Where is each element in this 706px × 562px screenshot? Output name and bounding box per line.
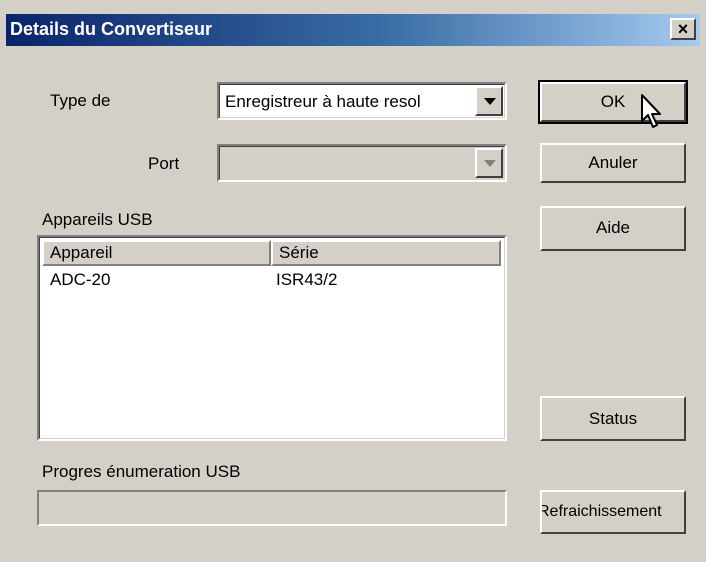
serial-cell: ISR43/2 — [276, 270, 338, 289]
mouse-cursor-icon — [641, 94, 661, 128]
refresh-button[interactable]: Refraichissement — [540, 490, 686, 534]
usb-devices-list[interactable]: Appareil Série ADC-20 ISR43/2 — [37, 235, 507, 441]
status-button[interactable]: Status — [540, 396, 686, 441]
chevron-down-icon[interactable] — [475, 148, 503, 178]
port-label: Port — [148, 154, 180, 173]
chevron-down-icon[interactable] — [475, 86, 503, 116]
close-icon: × — [677, 19, 689, 39]
type-select[interactable]: Enregistreur à haute resol — [217, 82, 507, 120]
type-label: Type de — [50, 91, 111, 110]
column-header-device[interactable]: Appareil — [42, 240, 271, 266]
window-title: Details du Convertiseur — [10, 19, 213, 39]
progress-label: Progres énumeration USB — [42, 462, 241, 481]
close-button[interactable]: × — [670, 18, 696, 40]
column-header-serial[interactable]: Série — [271, 240, 501, 266]
type-select-value: Enregistreur à haute resol — [225, 92, 421, 111]
converter-details-dialog: Details du Convertiseur × Type de Enregi… — [0, 0, 706, 562]
device-cell: ADC-20 — [50, 270, 111, 289]
port-select[interactable] — [217, 144, 507, 182]
title-bar[interactable]: Details du Convertiseur × — [6, 14, 700, 46]
table-row[interactable]: ADC-20 ISR43/2 — [42, 268, 501, 294]
usb-enumeration-progress-bar — [37, 490, 507, 526]
cancel-button[interactable]: Anuler — [540, 143, 686, 183]
usb-devices-label: Appareils USB — [42, 210, 153, 229]
help-button[interactable]: Aide — [540, 206, 686, 251]
